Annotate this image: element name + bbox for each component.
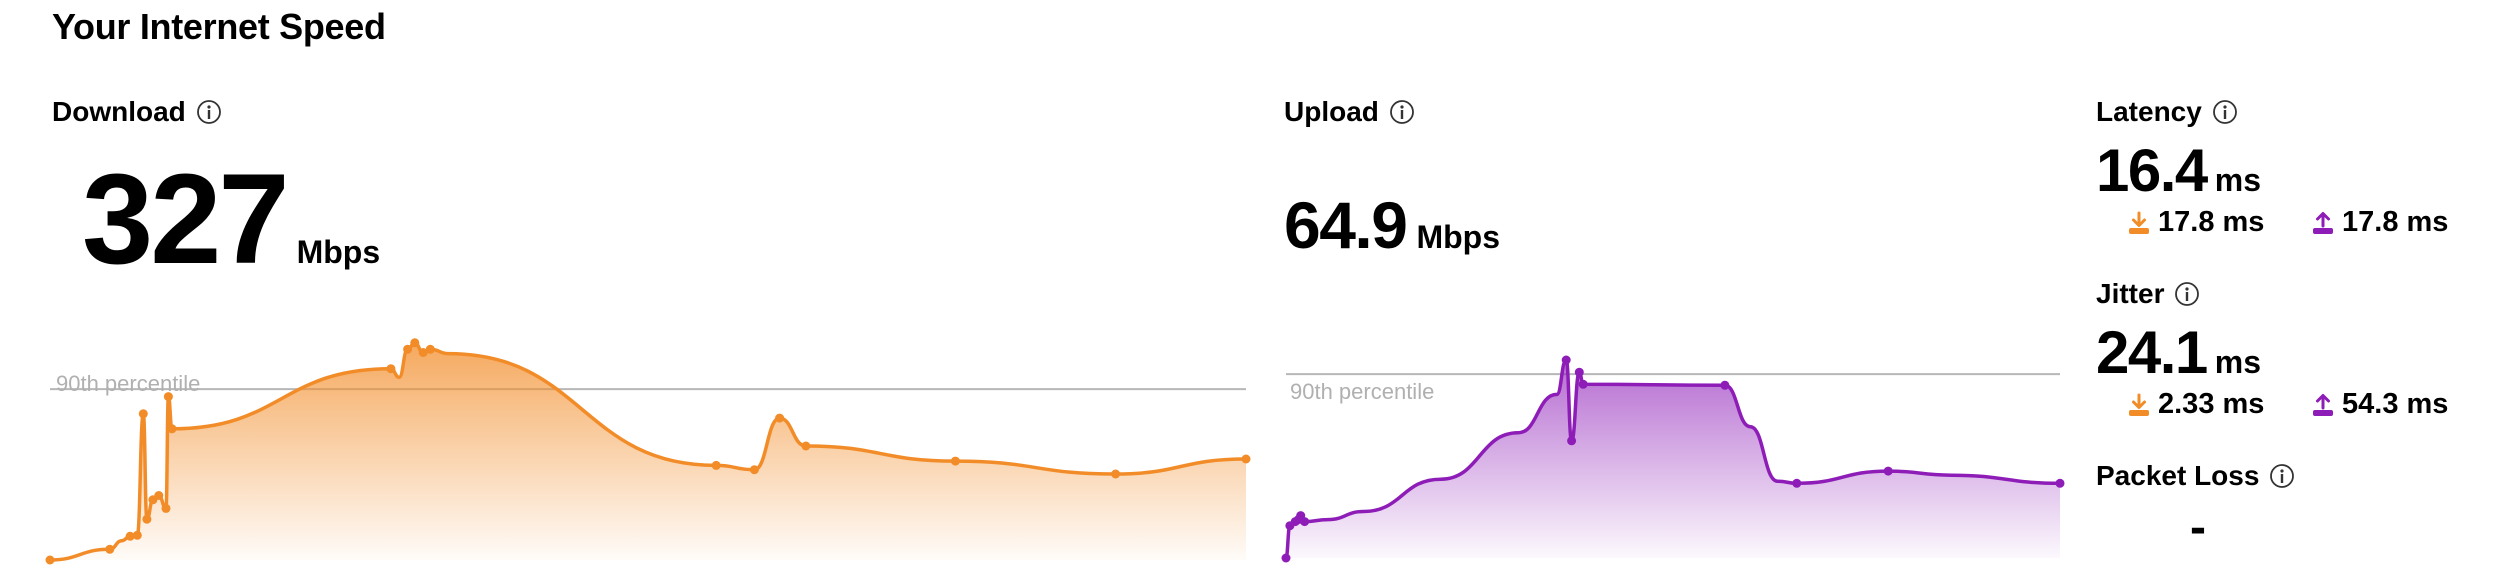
download-data-point bbox=[410, 338, 420, 348]
jitter-upload-value: 54.3 ms bbox=[2342, 388, 2449, 420]
upload-data-point bbox=[2055, 478, 2065, 488]
download-data-point bbox=[132, 530, 142, 540]
latency-label: Latency bbox=[2096, 96, 2238, 128]
download-data-point bbox=[403, 344, 413, 354]
upload-data-point bbox=[1561, 355, 1571, 365]
download-number: 327 bbox=[82, 148, 290, 291]
packet-loss-value: - bbox=[2190, 501, 2206, 554]
download-data-point bbox=[386, 364, 396, 374]
download-data-point bbox=[1111, 469, 1121, 479]
upload-data-point bbox=[1567, 436, 1577, 446]
download-label-text: Download bbox=[52, 96, 186, 127]
upload-data-point bbox=[1574, 367, 1584, 377]
download-data-point bbox=[161, 503, 171, 513]
upload-unit: Mbps bbox=[1416, 219, 1501, 255]
latency-upload: 17.8 ms bbox=[2310, 206, 2448, 239]
packet-loss-label-text: Packet Loss bbox=[2096, 460, 2260, 491]
download-data-point bbox=[105, 544, 115, 554]
latency-label-text: Latency bbox=[2096, 96, 2202, 127]
jitter-download-value: 2.33 ms bbox=[2158, 388, 2265, 420]
upload-label: Upload bbox=[1284, 96, 1415, 128]
upload-data-point bbox=[1883, 466, 1893, 476]
jitter-value: 24.1 ms bbox=[2096, 318, 2261, 387]
download-data-point bbox=[749, 465, 759, 475]
upload-label-text: Upload bbox=[1284, 96, 1379, 127]
info-circle-icon[interactable] bbox=[2212, 99, 2238, 125]
info-circle-icon[interactable] bbox=[2269, 463, 2295, 489]
download-label: Download bbox=[52, 96, 222, 128]
download-percentile-label: 90th percentile bbox=[56, 371, 200, 396]
upload-value: 64.9 Mbps bbox=[1284, 192, 1500, 258]
download-data-point bbox=[138, 409, 148, 419]
upload-data-point bbox=[1300, 517, 1310, 527]
upload-arrow-icon bbox=[2310, 392, 2336, 418]
info-circle-icon[interactable] bbox=[196, 99, 222, 125]
download-unit: Mbps bbox=[296, 234, 381, 270]
upload-data-point bbox=[1792, 478, 1802, 488]
upload-percentile-label: 90th percentile bbox=[1290, 379, 1434, 404]
download-data-point bbox=[801, 441, 811, 451]
info-circle-icon[interactable] bbox=[2174, 281, 2200, 307]
upload-data-point bbox=[1720, 380, 1730, 390]
info-circle-icon[interactable] bbox=[1389, 99, 1415, 125]
download-data-point bbox=[425, 344, 435, 354]
download-arrow-icon bbox=[2126, 392, 2152, 418]
download-data-point bbox=[775, 413, 785, 423]
latency-upload-value: 17.8 ms bbox=[2342, 206, 2449, 238]
jitter-number: 24.1 bbox=[2096, 319, 2208, 386]
jitter-label: Jitter bbox=[2096, 278, 2200, 310]
download-data-point bbox=[1241, 454, 1251, 464]
download-data-point bbox=[950, 456, 960, 466]
download-chart: 90th percentile bbox=[45, 338, 1251, 565]
upload-number: 64.9 bbox=[1284, 188, 1408, 262]
latency-download-value: 17.8 ms bbox=[2158, 206, 2265, 238]
download-value: 327 Mbps bbox=[82, 156, 380, 284]
upload-data-point bbox=[1281, 553, 1291, 563]
jitter-unit: ms bbox=[2214, 344, 2262, 380]
upload-arrow-icon bbox=[2310, 210, 2336, 236]
download-arrow-icon bbox=[2126, 210, 2152, 236]
latency-download: 17.8 ms bbox=[2126, 206, 2264, 239]
download-data-point bbox=[163, 392, 173, 402]
download-data-point bbox=[45, 555, 55, 565]
jitter-label-text: Jitter bbox=[2096, 278, 2165, 309]
latency-number: 16.4 bbox=[2096, 137, 2208, 204]
download-data-point bbox=[167, 424, 177, 434]
jitter-download: 2.33 ms bbox=[2126, 388, 2264, 421]
download-data-point bbox=[154, 491, 164, 500]
packet-loss-label: Packet Loss bbox=[2096, 460, 2295, 492]
latency-value: 16.4 ms bbox=[2096, 136, 2261, 205]
latency-unit: ms bbox=[2214, 162, 2262, 198]
page-title: Your Internet Speed bbox=[52, 6, 386, 47]
upload-data-point bbox=[1578, 379, 1588, 389]
upload-chart: 90th percentile bbox=[1281, 355, 2065, 563]
download-data-point bbox=[711, 460, 721, 470]
download-data-point bbox=[142, 514, 152, 524]
jitter-upload: 54.3 ms bbox=[2310, 388, 2448, 421]
